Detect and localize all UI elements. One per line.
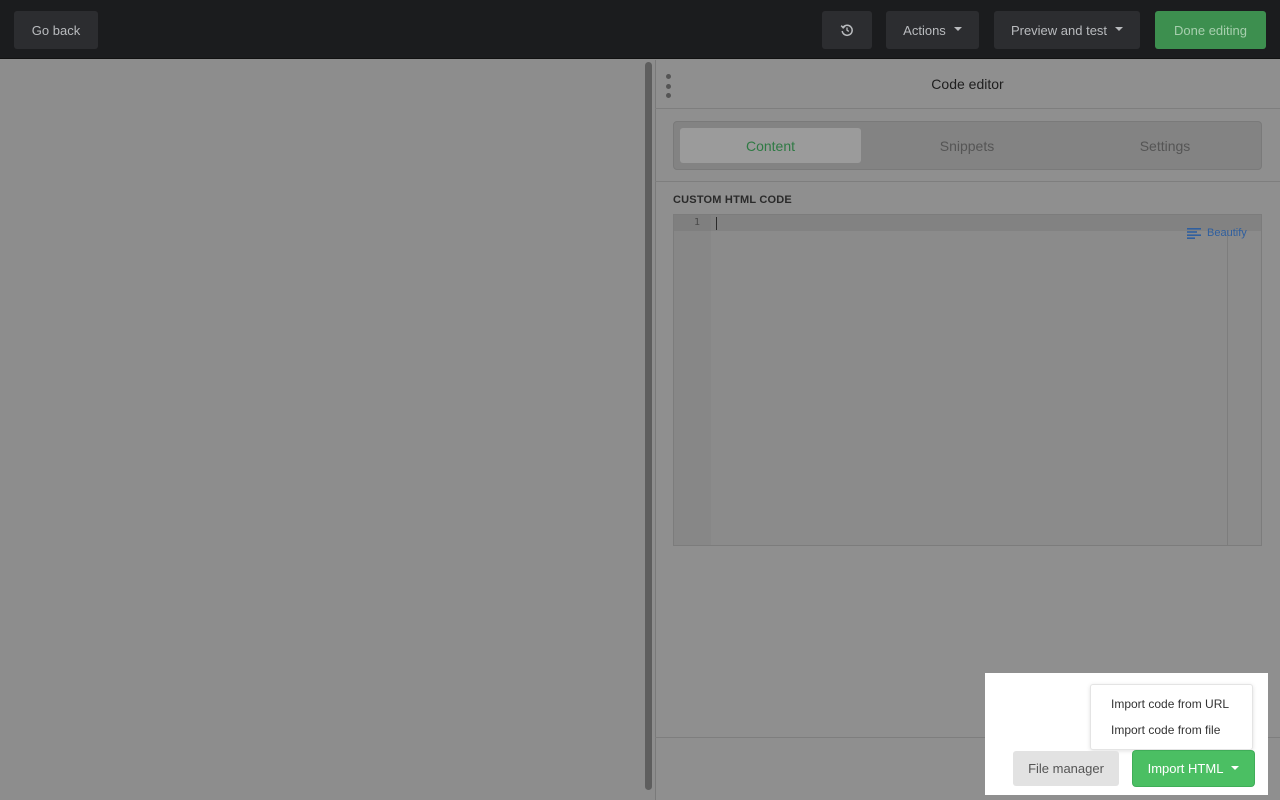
tab-content[interactable]: Content bbox=[680, 128, 861, 163]
panel-tabs: Content Snippets Settings bbox=[673, 121, 1262, 170]
history-button[interactable] bbox=[822, 11, 872, 49]
preview-label: Preview and test bbox=[1010, 22, 1108, 38]
section-label: CUSTOM HTML CODE bbox=[673, 194, 792, 206]
import-html-label: Import HTML bbox=[1147, 761, 1224, 776]
file-manager-label: File manager bbox=[1028, 761, 1104, 776]
canvas-scrollbar[interactable] bbox=[645, 62, 652, 790]
menu-item-import-file[interactable]: Import code from file bbox=[1111, 723, 1220, 737]
tab-settings[interactable]: Settings bbox=[1068, 128, 1262, 163]
caret-down-icon bbox=[953, 27, 962, 31]
go-back-label: Go back bbox=[31, 22, 81, 38]
tab-snippets[interactable]: Snippets bbox=[870, 128, 1064, 163]
line-number: 1 bbox=[674, 215, 711, 231]
preview-and-test-button[interactable]: Preview and test bbox=[994, 11, 1140, 49]
line-gutter: 1 bbox=[674, 215, 711, 545]
import-dropdown-menu: Import code from URL Import code from fi… bbox=[1090, 684, 1253, 750]
actions-label: Actions bbox=[903, 22, 946, 38]
active-line bbox=[711, 215, 1261, 231]
align-lines-icon bbox=[1187, 227, 1201, 239]
done-label: Done editing bbox=[1174, 22, 1247, 38]
top-toolbar: Go back Actions Preview and test Done ed… bbox=[0, 0, 1280, 59]
caret-down-icon bbox=[1115, 27, 1124, 31]
divider bbox=[655, 181, 1280, 182]
editor-scrollbar[interactable] bbox=[1227, 231, 1228, 545]
caret-down-icon bbox=[1231, 765, 1240, 770]
done-editing-button[interactable]: Done editing bbox=[1155, 11, 1266, 49]
beautify-label: Beautify bbox=[1207, 227, 1247, 239]
text-cursor bbox=[716, 217, 717, 230]
html-code-editor[interactable]: 1 Beautify bbox=[673, 214, 1262, 546]
history-icon bbox=[840, 24, 853, 37]
menu-item-import-url[interactable]: Import code from URL bbox=[1111, 697, 1229, 711]
go-back-button[interactable]: Go back bbox=[14, 11, 98, 49]
actions-dropdown-button[interactable]: Actions bbox=[886, 11, 979, 49]
email-canvas[interactable] bbox=[0, 60, 654, 800]
panel-title: Code editor bbox=[655, 60, 1280, 109]
import-html-button[interactable]: Import HTML bbox=[1133, 751, 1254, 786]
file-manager-button[interactable]: File manager bbox=[1013, 751, 1119, 786]
beautify-button[interactable]: Beautify bbox=[1187, 227, 1247, 239]
